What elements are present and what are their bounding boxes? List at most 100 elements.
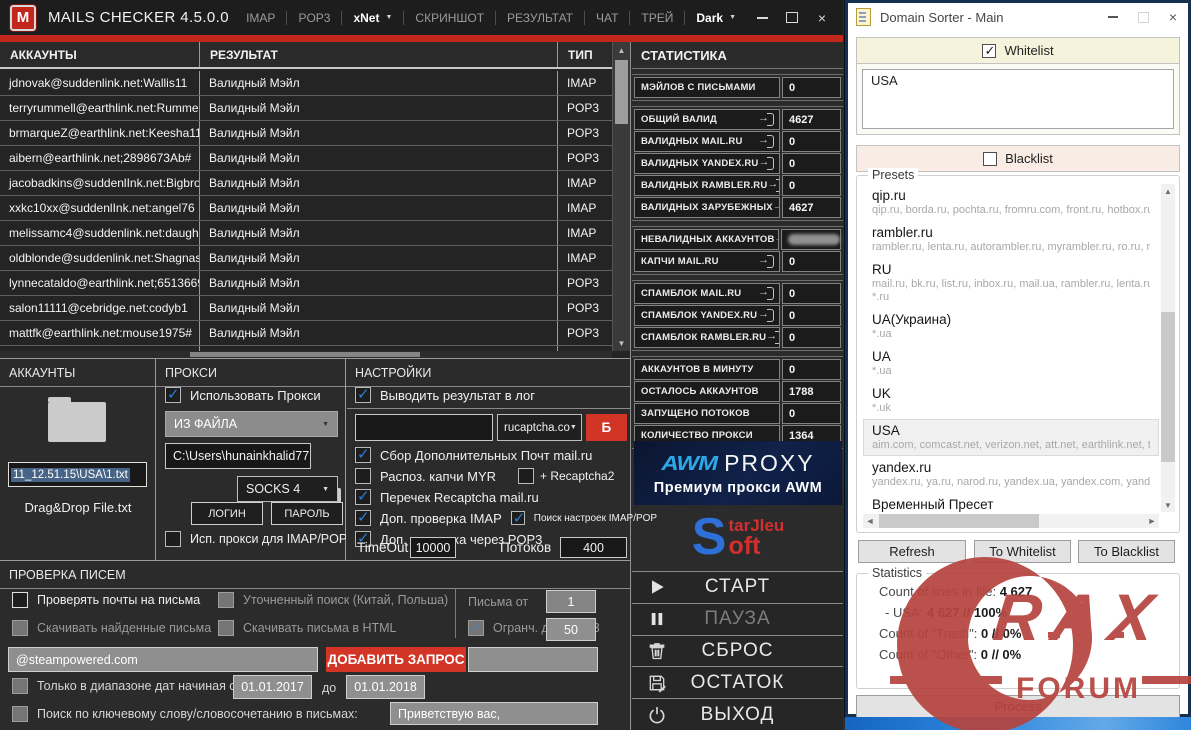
- power-button[interactable]: ВЫХОД: [632, 698, 843, 730]
- imap-check-checkbox[interactable]: [355, 510, 371, 526]
- column-header-accounts[interactable]: АККАУНТЫ: [0, 42, 200, 67]
- date-to-input[interactable]: 01.01.2018: [346, 675, 425, 699]
- table-row[interactable]: mattfk@earthlink.net:mouse1975#Валидный …: [0, 321, 612, 346]
- table-row[interactable]: lynnecataldo@earthlink.net;6513669Валидн…: [0, 271, 612, 296]
- proxy-path-input[interactable]: C:\Users\hunainkhalid77: [165, 443, 311, 469]
- date-range-checkbox[interactable]: [12, 678, 28, 694]
- use-proxy-checkbox[interactable]: [165, 387, 181, 403]
- play-button[interactable]: СТАРТ: [632, 571, 843, 603]
- captcha-key-input[interactable]: [355, 414, 493, 441]
- column-header-result[interactable]: РЕЗУЛЬТАТ: [200, 42, 558, 67]
- imap-settings-checkbox[interactable]: [511, 511, 525, 525]
- login-button[interactable]: ЛОГИН: [191, 502, 263, 525]
- scroll-up-icon[interactable]: ▲: [1161, 184, 1175, 198]
- export-arrow-icon[interactable]: [775, 233, 779, 246]
- preset-item[interactable]: yandex.ruyandex.ru, ya.ru, narod.ru, yan…: [863, 456, 1159, 493]
- timeout-input[interactable]: 10000: [410, 537, 456, 558]
- captcha-service-select[interactable]: rucaptcha.co▼: [497, 414, 582, 441]
- export-arrow-icon[interactable]: [758, 157, 775, 170]
- presets-horizontal-scrollbar[interactable]: ◄ ►: [863, 514, 1159, 528]
- folder-icon[interactable]: [48, 402, 106, 442]
- table-vertical-scrollbar[interactable]: ▲ ▼: [612, 42, 630, 351]
- to-whitelist-button[interactable]: To Whitelist: [974, 540, 1071, 563]
- balance-button[interactable]: Б: [586, 414, 627, 441]
- table-row[interactable]: jacobadkins@suddenlInk.net:BigbrotВалидн…: [0, 171, 612, 196]
- close-button[interactable]: ×: [807, 0, 837, 35]
- blacklist-checkbox[interactable]: [983, 152, 997, 166]
- preset-item[interactable]: USAaim.com, comcast.net, verizon.net, at…: [863, 419, 1159, 456]
- menu-item-результат[interactable]: РЕЗУЛЬТАТ: [496, 11, 584, 25]
- minimize-button[interactable]: [1098, 3, 1128, 31]
- minimize-button[interactable]: [747, 0, 777, 35]
- preset-item[interactable]: qip.ruqip.ru, borda.ru, pochta.ru, fromr…: [863, 184, 1159, 221]
- proxy-type-select[interactable]: SOCKS 4▼: [237, 476, 338, 502]
- table-horizontal-scrollbar[interactable]: [0, 351, 612, 358]
- query-extra-field[interactable]: [468, 647, 598, 672]
- scroll-left-icon[interactable]: ◄: [863, 514, 877, 528]
- scrollbar-thumb[interactable]: [190, 352, 420, 357]
- pop3-limit-checkbox[interactable]: [468, 620, 484, 636]
- preset-item[interactable]: UA(Украина)*.ua: [863, 308, 1159, 345]
- scroll-down-icon[interactable]: ▼: [1161, 498, 1175, 512]
- myr-checkbox[interactable]: [355, 468, 371, 484]
- html-checkbox[interactable]: [218, 620, 234, 636]
- proxy-imap-pop3-checkbox[interactable]: [165, 531, 181, 547]
- pause-button[interactable]: ПАУЗА: [632, 603, 843, 635]
- log-checkbox[interactable]: [355, 387, 371, 403]
- scroll-up-icon[interactable]: ▲: [613, 42, 630, 58]
- scroll-down-icon[interactable]: ▼: [613, 335, 630, 351]
- presets-vertical-scrollbar[interactable]: ▲ ▼: [1161, 184, 1175, 512]
- scroll-right-icon[interactable]: ►: [1145, 514, 1159, 528]
- save-button[interactable]: ОСТАТОК: [632, 666, 843, 698]
- proxy-source-select[interactable]: ИЗ ФАЙЛА▼: [165, 411, 338, 437]
- date-from-input[interactable]: 01.01.2017: [233, 675, 312, 699]
- refined-checkbox[interactable]: [218, 592, 234, 608]
- menu-item-трей[interactable]: ТРЕЙ: [630, 11, 684, 25]
- menu-item-чат[interactable]: ЧАТ: [585, 11, 629, 25]
- column-header-type[interactable]: ТИП: [558, 42, 612, 67]
- scrollbar-thumb[interactable]: [1161, 312, 1175, 462]
- preset-item[interactable]: UA*.ua: [863, 345, 1159, 382]
- password-button[interactable]: ПАРОЛЬ: [271, 502, 343, 525]
- accounts-file-field[interactable]: 11_12.51.15\USA\1.txt: [8, 462, 147, 487]
- table-row[interactable]: xxkc10xx@suddenlInk.net:angel76Валидный …: [0, 196, 612, 221]
- download-checkbox[interactable]: [12, 620, 28, 636]
- table-row[interactable]: salon11111@cebridge.net:codyb1Валидный М…: [0, 296, 612, 321]
- table-row[interactable]: terryrummell@earthlink.net:RummellВалидн…: [0, 96, 612, 121]
- scrollbar-thumb[interactable]: [879, 514, 1039, 528]
- query-input[interactable]: @steampowered.com: [8, 647, 318, 672]
- table-row[interactable]: melissamc4@suddenlink.net:daugheВалидный…: [0, 221, 612, 246]
- preset-item[interactable]: rambler.rurambler.ru, lenta.ru, autoramb…: [863, 221, 1159, 258]
- whitelist-checkbox[interactable]: [982, 44, 996, 58]
- export-arrow-icon[interactable]: [773, 201, 780, 214]
- export-arrow-icon[interactable]: [758, 287, 775, 300]
- export-arrow-icon[interactable]: [758, 309, 775, 322]
- close-button[interactable]: ×: [1158, 3, 1188, 31]
- table-row[interactable]: oldblonde@suddenlink.net:ShagnastВалидны…: [0, 246, 612, 271]
- menu-item-xnet[interactable]: xNet▼: [342, 11, 403, 25]
- preset-item[interactable]: UK*.uk: [863, 382, 1159, 419]
- check-mail-checkbox[interactable]: [12, 592, 28, 608]
- export-arrow-icon[interactable]: [767, 179, 780, 192]
- maximize-button[interactable]: [1128, 3, 1158, 31]
- export-arrow-icon[interactable]: [758, 255, 775, 268]
- menu-item-pop3[interactable]: POP3: [287, 11, 341, 25]
- maximize-button[interactable]: [777, 0, 807, 35]
- export-arrow-icon[interactable]: [758, 113, 775, 126]
- keyword-input[interactable]: Приветствую вас,: [390, 702, 598, 725]
- to-blacklist-button[interactable]: To Blacklist: [1078, 540, 1175, 563]
- whitelist-textarea[interactable]: USA: [862, 69, 1174, 129]
- add-query-button[interactable]: ДОБАВИТЬ ЗАПРОС: [326, 647, 466, 672]
- recheck-checkbox[interactable]: [355, 489, 371, 505]
- preset-item[interactable]: Временный Пресетtut.by, i.ua: [863, 493, 1159, 512]
- keyword-checkbox[interactable]: [12, 706, 28, 722]
- threads-input[interactable]: 400: [560, 537, 627, 558]
- preset-item[interactable]: RUmail.ru, bk.ru, list.ru, inbox.ru, mai…: [863, 258, 1159, 308]
- menu-item-dark[interactable]: Dark▼: [685, 11, 747, 25]
- recaptcha2-checkbox[interactable]: [518, 468, 534, 484]
- process-button[interactable]: Process: [856, 695, 1180, 718]
- letters-from-input[interactable]: 1: [546, 590, 596, 613]
- awm-proxy-banner[interactable]: AWM PROXY Премиум прокси AWM: [634, 441, 842, 505]
- table-row[interactable]: brmarqueZ@earthlink.net:Keesha11Валидный…: [0, 121, 612, 146]
- scrollbar-thumb[interactable]: [615, 60, 628, 124]
